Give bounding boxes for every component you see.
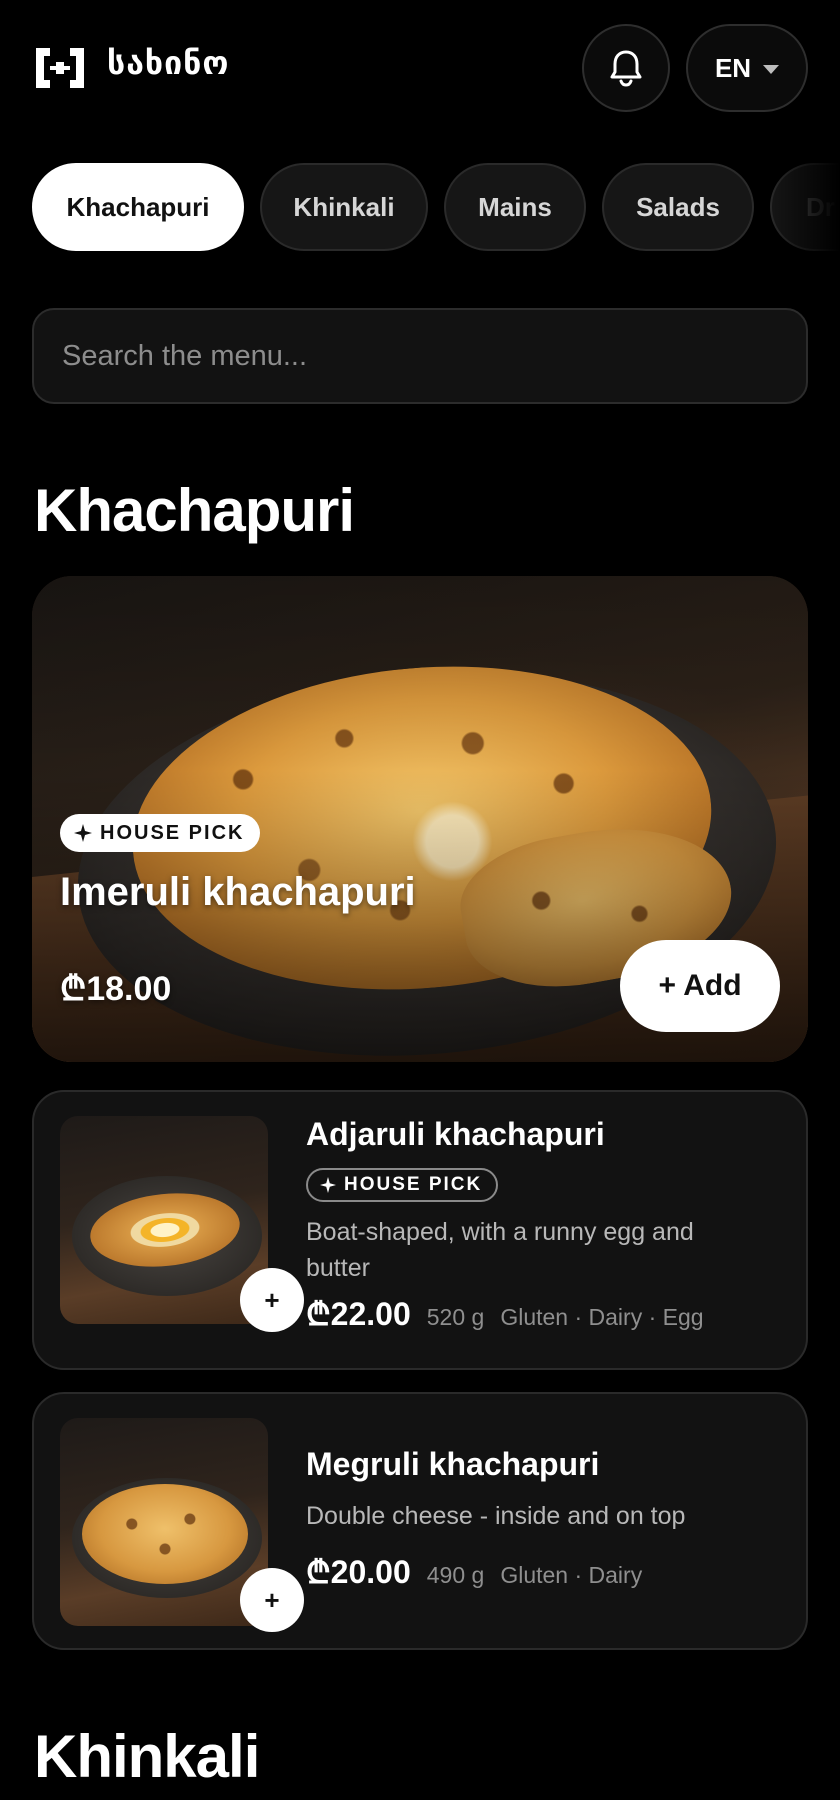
featured-item-price: ₾18.00 [60,970,172,1008]
add-item-button[interactable]: + [240,1568,304,1632]
house-pick-badge: HOUSE PICK [60,814,261,852]
search-input[interactable] [62,339,778,373]
section-title-khinkali: Khinkali [34,1723,260,1790]
tab-salads[interactable]: Salads [602,163,754,251]
item-weight: 520 g [426,1304,485,1330]
add-to-order-button[interactable]: + Add [620,940,780,1032]
item-allergens: Gluten · Dairy · Egg [500,1304,704,1330]
item-name: Adjaruli khachapuri [306,1116,605,1152]
item-allergens: Gluten · Dairy [500,1562,643,1588]
item-image [60,1116,268,1324]
chevron-down-icon [763,65,780,74]
category-tabs: Khachapuri Khinkali Mains Salads Dr [0,163,840,253]
app-header: სახინო EN [0,0,840,135]
item-image [60,1418,268,1626]
bell-icon [610,50,642,87]
add-item-button[interactable]: + [240,1268,304,1332]
item-name: Megruli khachapuri [306,1446,600,1482]
language-label: EN [714,52,752,83]
section-title-khachapuri: Khachapuri [34,477,355,544]
house-pick-badge: HOUSE PICK [306,1168,499,1202]
featured-item-card[interactable]: HOUSE PICK Imeruli khachapuri ₾18.00 + A… [32,576,808,1062]
featured-item-name: Imeruli khachapuri [60,870,416,914]
language-selector[interactable]: EN [686,24,808,112]
tabs-scroll-fade [770,163,840,253]
item-weight: 490 g [426,1562,485,1588]
item-price-row: ₾20.00 490 g Gluten · Dairy [306,1550,642,1593]
item-description: Boat-shaped, with a runny egg and butter [306,1218,694,1282]
menu-item-card[interactable]: + Megruli khachapuri Double cheese - ins… [32,1392,808,1650]
search-box[interactable] [32,308,808,404]
tab-khinkali[interactable]: Khinkali [260,163,428,251]
sparkle-icon [320,1177,336,1193]
item-price: ₾22.00 [306,1296,411,1332]
logo-icon[interactable] [36,48,84,88]
brand-name: სახინო [107,44,230,82]
tab-khachapuri[interactable]: Khachapuri [32,163,244,251]
sparkle-icon [74,824,92,842]
item-price-row: ₾22.00 520 g Gluten · Dairy · Egg [306,1292,704,1335]
menu-item-card[interactable]: + Adjaruli khachapuri HOUSE PICK Boat-sh… [32,1090,808,1370]
item-description: Double cheese - inside and on top [306,1502,686,1530]
notifications-button[interactable] [582,24,670,112]
item-price: ₾20.00 [306,1554,411,1590]
tab-mains[interactable]: Mains [444,163,586,251]
